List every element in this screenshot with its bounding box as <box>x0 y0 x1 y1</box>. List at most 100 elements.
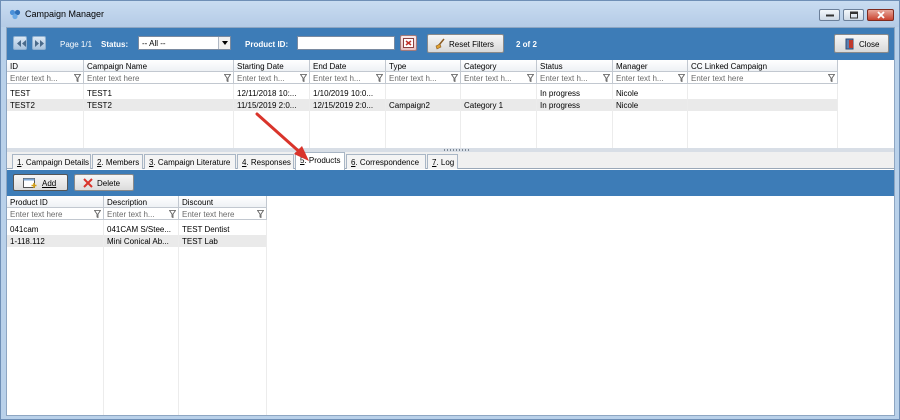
filter-input[interactable]: Enter text h... <box>613 72 688 84</box>
filter-input[interactable]: Enter text here <box>7 208 104 220</box>
tab-label: . Members <box>101 158 140 167</box>
first-page-button[interactable] <box>13 36 27 50</box>
last-page-button[interactable] <box>32 36 46 50</box>
table-cell: Category 1 <box>461 99 537 111</box>
window-close-button[interactable] <box>867 9 894 21</box>
table-row[interactable]: TEST2 TEST2 11/15/2019 2:0... 12/15/2019 2:… <box>7 99 838 111</box>
table-row[interactable]: TEST TEST1 12/11/2018 10:... 1/10/2019 10:0… <box>7 87 838 99</box>
close-button[interactable]: Close <box>834 34 889 53</box>
filter-placeholder: Enter text here <box>87 74 140 83</box>
table-cell: 1-118.112 <box>7 235 104 247</box>
minimize-icon <box>825 14 834 17</box>
column-header[interactable]: ID <box>7 60 84 72</box>
column-header[interactable]: Campaign Name <box>84 60 234 72</box>
campaign-toolbar: Page 1/1 Status: -- All -- Product ID: R… <box>7 28 894 60</box>
table-cell <box>386 87 461 99</box>
record-count: 2 of 2 <box>516 40 537 49</box>
filter-icon[interactable] <box>376 74 383 82</box>
tab-products[interactable]: 5. Products <box>295 152 345 170</box>
tab-campaign-literature[interactable]: 3. Campaign Literature <box>144 154 236 169</box>
table-cell: 12/11/2018 10:... <box>234 87 310 99</box>
filter-icon[interactable] <box>74 74 81 82</box>
filter-icon[interactable] <box>94 210 101 218</box>
tab-log[interactable]: 7. Log <box>427 154 458 169</box>
filter-placeholder: Enter text h... <box>616 74 664 83</box>
column-header[interactable]: Starting Date <box>234 60 310 72</box>
filter-placeholder: Enter text h... <box>10 74 58 83</box>
filter-icon[interactable] <box>451 74 458 82</box>
column-header[interactable]: Type <box>386 60 461 72</box>
lookup-icon <box>403 38 414 48</box>
filter-input[interactable]: Enter text h... <box>537 72 613 84</box>
reset-filters-label: Reset Filters <box>449 40 494 49</box>
tab-correspondence[interactable]: 6. Correspondence <box>346 154 426 169</box>
column-header[interactable]: Manager <box>613 60 688 72</box>
tab-campaign-details[interactable]: 1. Campaign Details <box>12 154 91 169</box>
column-header[interactable]: End Date <box>310 60 386 72</box>
window-title: Campaign Manager <box>25 9 105 19</box>
delete-product-button[interactable]: Delete <box>74 174 134 191</box>
table-row[interactable]: 1-118.112 Mini Conical Ab... TEST Lab <box>7 235 267 247</box>
campaign-manager-window: Campaign Manager Page 1/1 Status: -- All… <box>0 0 900 420</box>
page-indicator: Page 1/1 <box>60 40 93 49</box>
column-header[interactable]: Category <box>461 60 537 72</box>
status-dropdown-value: -- All -- <box>142 39 166 48</box>
filter-input[interactable]: Enter text h... <box>234 72 310 84</box>
tab-label: . Responses <box>246 158 291 167</box>
product-lookup-button[interactable] <box>400 35 417 51</box>
table-cell: 1/10/2019 10:0... <box>310 87 386 99</box>
filter-placeholder: Enter text h... <box>464 74 512 83</box>
filter-input[interactable]: Enter text h... <box>7 72 84 84</box>
filter-icon[interactable] <box>828 74 835 82</box>
add-product-button[interactable]: Add <box>13 174 68 191</box>
chevron-down-icon <box>222 41 228 45</box>
tab-responses[interactable]: 4. Responses <box>237 154 294 169</box>
reset-filters-button[interactable]: Reset Filters <box>427 34 504 53</box>
column-header[interactable]: CC Linked Campaign <box>688 60 838 72</box>
filter-input[interactable]: Enter text h... <box>461 72 537 84</box>
filter-icon[interactable] <box>169 210 176 218</box>
filter-placeholder: Enter text h... <box>237 74 285 83</box>
splitter-grip[interactable] <box>444 149 470 151</box>
app-icon <box>9 9 21 20</box>
delete-label: Delete <box>97 179 121 188</box>
minimize-button[interactable] <box>819 9 840 21</box>
filter-icon[interactable] <box>224 74 231 82</box>
maximize-button[interactable] <box>843 9 864 21</box>
filter-input[interactable]: Enter text here <box>84 72 234 84</box>
dropdown-arrow[interactable] <box>218 37 230 49</box>
filter-icon[interactable] <box>678 74 685 82</box>
client-area: Page 1/1 Status: -- All -- Product ID: R… <box>6 27 895 416</box>
status-dropdown[interactable]: -- All -- <box>138 36 231 50</box>
column-header[interactable]: Description <box>104 196 179 208</box>
product-id-input[interactable] <box>297 36 395 50</box>
column-header[interactable]: Discount <box>179 196 267 208</box>
filter-icon[interactable] <box>603 74 610 82</box>
filter-placeholder: Enter text h... <box>540 74 588 83</box>
filter-input[interactable]: Enter text h... <box>310 72 386 84</box>
column-header[interactable]: Status <box>537 60 613 72</box>
title-bar[interactable]: Campaign Manager <box>1 1 899 27</box>
tab-label: . Log <box>436 158 455 167</box>
filter-placeholder: Enter text h... <box>107 210 155 219</box>
table-cell: 11/15/2019 2:0... <box>234 99 310 111</box>
broom-icon <box>435 38 445 50</box>
table-cell <box>688 87 838 99</box>
close-icon <box>876 11 885 19</box>
add-icon <box>23 178 37 188</box>
detail-tabs: 1. Campaign Details 2. Members 3. Campaign… <box>7 152 894 170</box>
filter-input[interactable]: Enter text here <box>688 72 838 84</box>
filter-input[interactable]: Enter text h... <box>386 72 461 84</box>
table-row[interactable]: 041cam 041CAM S/Stee... TEST Dentist <box>7 223 267 235</box>
filter-input[interactable]: Enter text h... <box>104 208 179 220</box>
table-cell: Nicole <box>613 87 688 99</box>
filter-icon[interactable] <box>257 210 264 218</box>
filter-placeholder: Enter text here <box>182 210 235 219</box>
filter-icon[interactable] <box>527 74 534 82</box>
column-header[interactable]: Product ID <box>7 196 104 208</box>
filter-input[interactable]: Enter text here <box>179 208 267 220</box>
grid-column-line <box>103 220 104 415</box>
tab-members[interactable]: 2. Members <box>92 154 143 169</box>
filter-icon[interactable] <box>300 74 307 82</box>
filter-placeholder: Enter text h... <box>389 74 437 83</box>
